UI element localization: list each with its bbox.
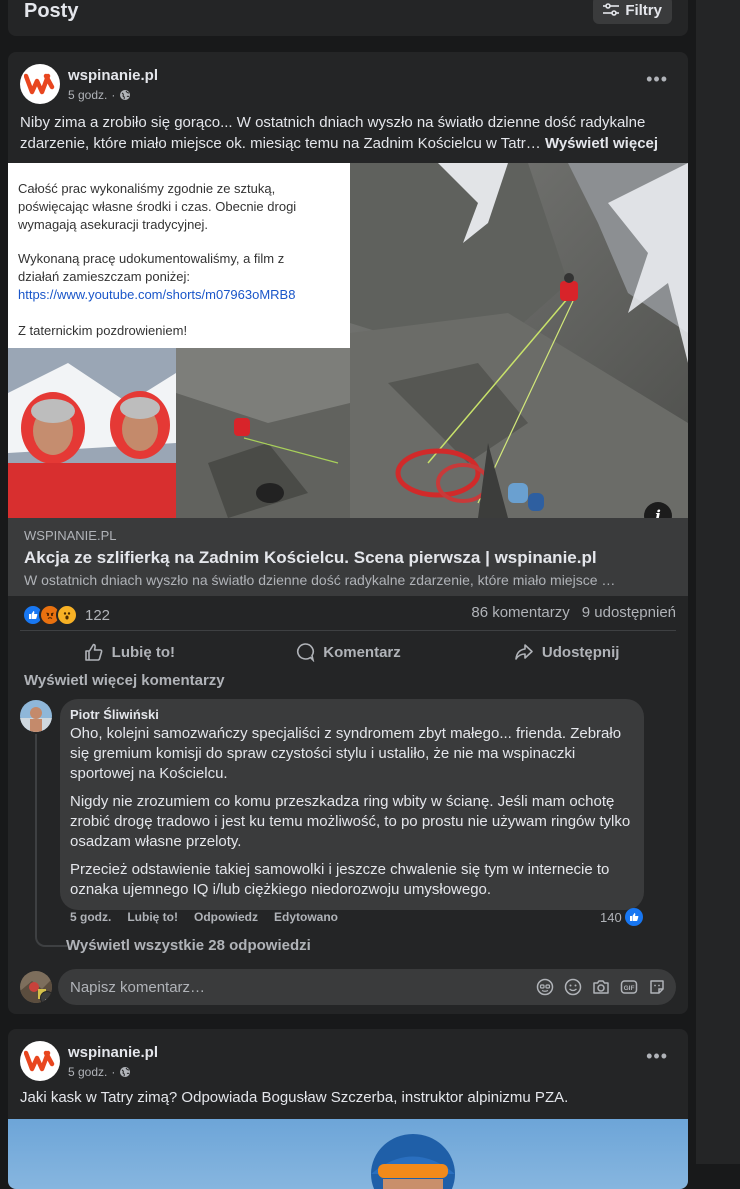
image-text-link: https://www.youtube.com/shorts/m07963oMR…: [18, 287, 295, 302]
post-author[interactable]: wspinanie.pl: [68, 67, 158, 84]
comment-author[interactable]: Piotr Śliwiński: [70, 707, 632, 722]
user-avatar[interactable]: ⌄: [20, 971, 52, 1003]
image-text-line: Wykonaną pracę udokumentowaliśmy, a film…: [18, 251, 284, 266]
svg-text:GIF: GIF: [624, 985, 635, 992]
post-author[interactable]: wspinanie.pl: [68, 1044, 158, 1061]
avatar-icon[interactable]: [536, 978, 554, 996]
wow-reaction-icon: [56, 604, 78, 626]
helmet-photo: [371, 1134, 455, 1189]
like-icon: [84, 643, 103, 661]
view-all-replies[interactable]: Wyświetl wszystkie 28 odpowiedzi: [66, 937, 311, 954]
filter-label: Filtry: [625, 1, 662, 19]
link-domain: WSPINANIE.PL: [24, 528, 117, 543]
share-icon: [515, 644, 533, 660]
comment-text: Przecież odstawienie takiej samowolki i …: [70, 861, 610, 898]
page-title: Posty: [24, 0, 79, 22]
like-icon: [624, 908, 643, 926]
post-more-icon[interactable]: •••: [646, 1047, 668, 1065]
post-text: Jaki kask w Tatry zimą? Odpowiada Bogusł…: [20, 1089, 569, 1106]
right-scroll-area: [696, 0, 740, 1164]
image-text-line: Z taternickim pozdrowieniem!: [18, 323, 187, 338]
image-text-line: poświęcając własne środki i czas. Obecni…: [18, 199, 296, 214]
avatar-sticker-icon[interactable]: [648, 978, 666, 996]
post: wspinanie.pl 5 godz. · ••• Niby zima a z…: [8, 52, 688, 1014]
comment-input-tools: GIF: [536, 978, 666, 996]
posts-header: Posty Filtry: [8, 0, 688, 36]
comments-count[interactable]: 86 komentarzy: [471, 604, 569, 621]
page-logo-icon[interactable]: [20, 64, 60, 104]
post-meta: 5 godz. ·: [68, 88, 131, 102]
post-more-icon[interactable]: •••: [646, 70, 668, 88]
camera-icon[interactable]: [592, 978, 610, 996]
filter-button[interactable]: Filtry: [593, 0, 672, 24]
post-time[interactable]: 5 godz.: [68, 1065, 107, 1079]
post: wspinanie.pl 5 godz. · ••• Jaki kask w T…: [8, 1029, 688, 1189]
image-text-line: Całość prac wykonaliśmy zgodnie ze sztuk…: [18, 181, 275, 196]
comment-likes-count: 140: [600, 909, 622, 925]
comment-text: Nigdy nie zrozumiem co komu przeszkadza …: [70, 793, 631, 850]
avatar[interactable]: [20, 700, 52, 732]
comment-reply-button[interactable]: Odpowiedz: [194, 910, 258, 924]
image-text-line: wymagają asekuracji tradycyjnej.: [17, 217, 208, 232]
chevron-down-icon: ⌄: [40, 991, 52, 1003]
post-stats: 86 komentarzy 9 udostępnień: [471, 604, 676, 621]
view-more-comments[interactable]: Wyświetl więcej komentarzy: [24, 672, 225, 689]
link-title[interactable]: Akcja ze szlifierką na Zadnim Kościelcu.…: [24, 548, 597, 568]
reactions-count: 122: [85, 606, 111, 624]
comment-time[interactable]: 5 godz.: [70, 910, 111, 924]
post-meta: 5 godz. ·: [68, 1065, 131, 1079]
post-text: Niby zima a zrobiło się gorąco... W osta…: [20, 114, 659, 152]
comment-icon: [297, 643, 315, 662]
link-preview-meta[interactable]: WSPINANIE.PL Akcja ze szlifierką na Zadn…: [8, 518, 688, 596]
link-preview-image[interactable]: Całość prac wykonaliśmy zgodnie ze sztuk…: [8, 163, 688, 518]
comment-actions: 5 godz. Lubię to! Odpowiedz Edytowano: [70, 910, 338, 924]
globe-icon: [120, 90, 131, 100]
page-logo-icon[interactable]: [20, 1041, 60, 1081]
preview-photo: Całość prac wykonaliśmy zgodnie ze sztuk…: [8, 163, 688, 518]
like-button[interactable]: Lubię to!: [20, 631, 239, 673]
globe-icon: [120, 1067, 131, 1077]
post-time[interactable]: 5 godz.: [68, 88, 107, 102]
shares-count[interactable]: 9 udostępnień: [582, 604, 676, 621]
post-image[interactable]: [8, 1119, 688, 1189]
image-text-line: działań zamieszczam poniżej:: [18, 269, 190, 284]
comment-like-button[interactable]: Lubię to!: [127, 910, 178, 924]
comment-button[interactable]: Komentarz: [239, 631, 458, 673]
link-description: W ostatnich dniach wyszło na światło dzi…: [24, 572, 616, 588]
reactions-summary[interactable]: 122: [22, 604, 110, 626]
post-actions: Lubię to! Komentarz Udostępnij: [20, 630, 676, 673]
share-button[interactable]: Udostępnij: [457, 631, 676, 673]
emoji-icon[interactable]: [564, 978, 582, 996]
comment-likes[interactable]: 140: [600, 908, 643, 926]
comment-bubble: Piotr Śliwiński Oho, kolejni samozwańczy…: [60, 699, 644, 910]
filter-icon: [603, 3, 620, 16]
comment-text: Oho, kolejni samozwańczy specjaliści z s…: [70, 725, 622, 782]
see-more-link[interactable]: Wyświetl więcej: [545, 135, 658, 152]
gif-icon[interactable]: GIF: [620, 978, 638, 996]
comment-edited-label: Edytowano: [274, 910, 339, 924]
